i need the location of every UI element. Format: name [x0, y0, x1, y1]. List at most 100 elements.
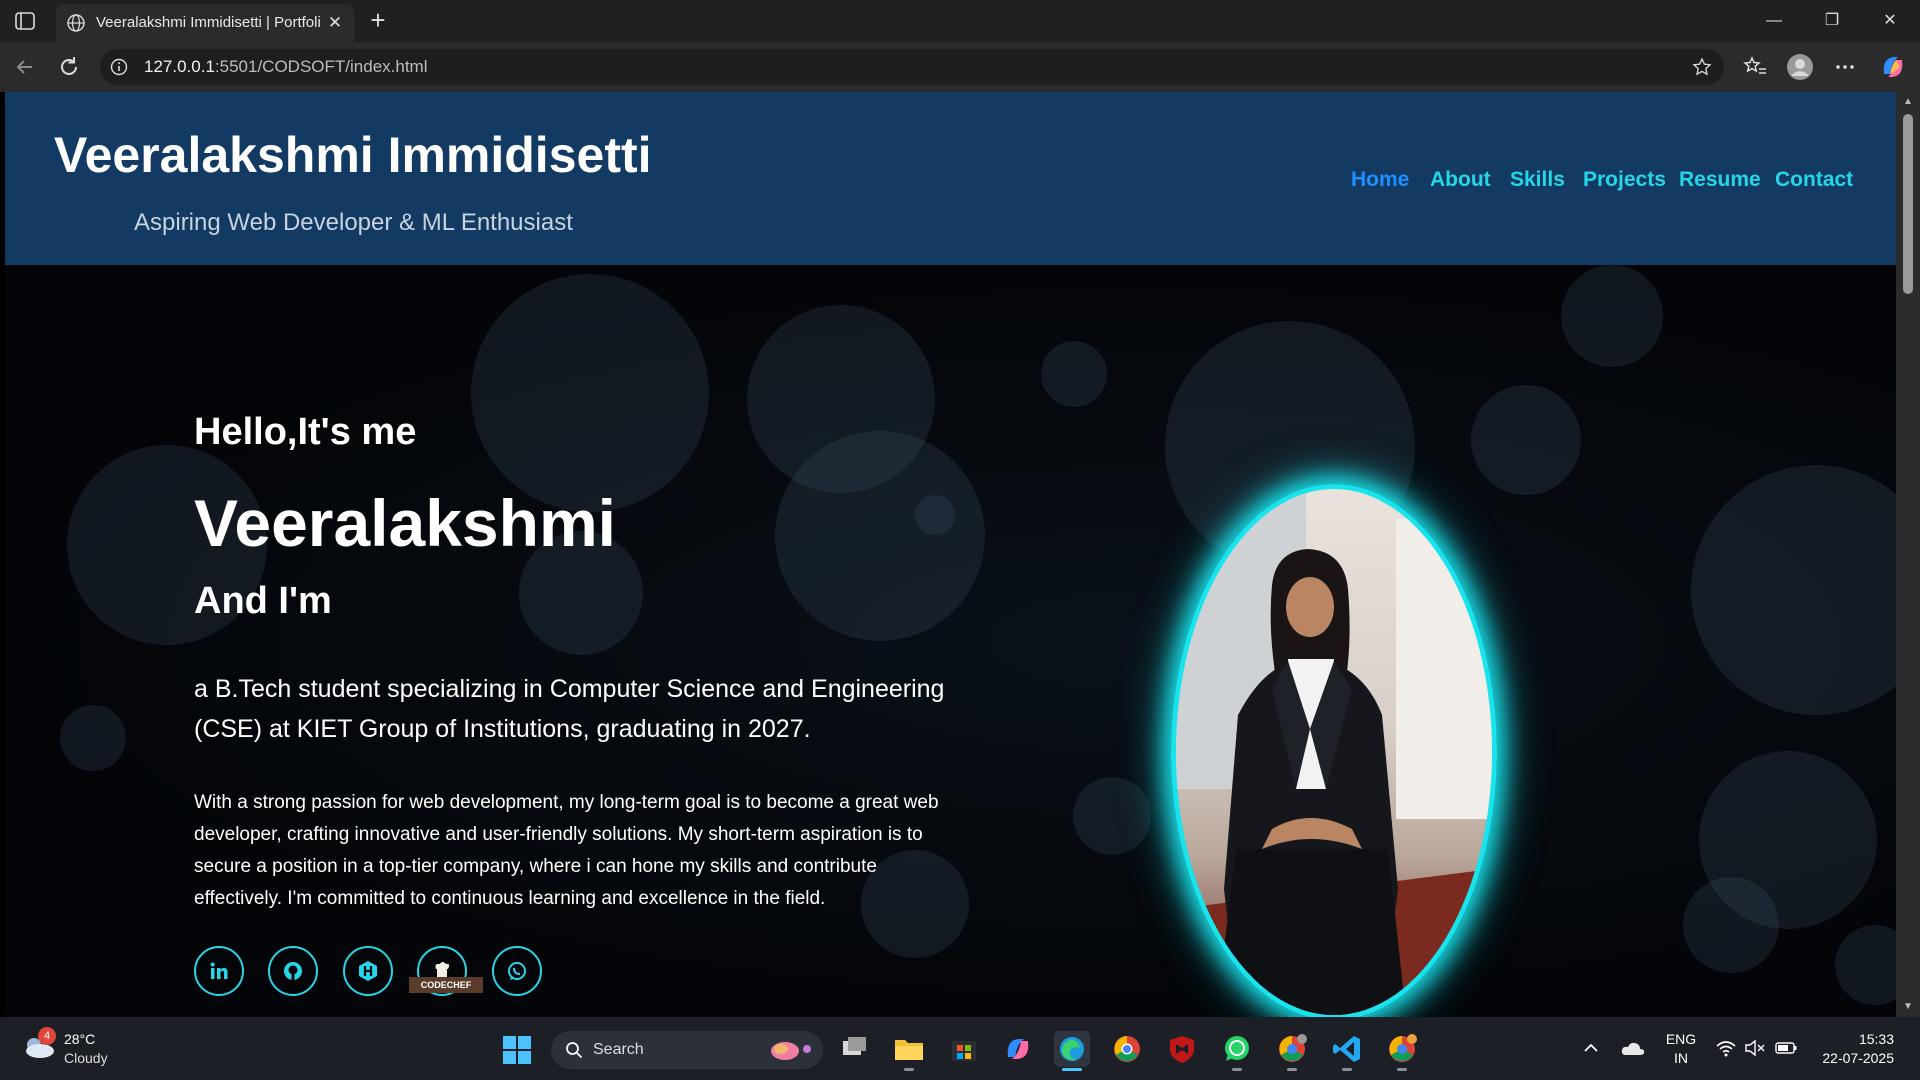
scroll-thumb[interactable]	[1903, 114, 1913, 294]
task-view-app[interactable]	[837, 1031, 873, 1067]
whatsapp-link[interactable]	[492, 946, 542, 996]
role-heading: And I'm	[194, 580, 332, 622]
whatsapp-app[interactable]	[1219, 1031, 1255, 1071]
weather-description[interactable]: Cloudy	[64, 1050, 144, 1068]
chrome-icon	[1114, 1036, 1140, 1062]
language-indicator-bottom[interactable]: IN	[1664, 1050, 1698, 1068]
bokeh-bubble	[1561, 265, 1663, 367]
favorite-star-icon[interactable]	[1692, 57, 1712, 77]
site-header: Veeralakshmi Immidisetti Aspiring Web De…	[5, 92, 1896, 265]
bokeh-bubble	[1691, 465, 1896, 715]
profile-photo-image	[1176, 489, 1492, 1015]
clock-time[interactable]: 15:33	[1818, 1031, 1894, 1049]
weather-temperature[interactable]: 28°C	[64, 1031, 144, 1049]
new-tab-button[interactable]: +	[364, 7, 392, 35]
battery-icon[interactable]	[1774, 1039, 1798, 1057]
whatsapp-icon	[508, 962, 526, 980]
github-icon	[284, 962, 302, 980]
whatsapp-app-icon	[1225, 1036, 1249, 1061]
site-info-icon[interactable]	[110, 58, 128, 76]
language-indicator-top[interactable]: ENG	[1664, 1031, 1698, 1049]
more-options-icon[interactable]	[1830, 52, 1860, 82]
profile-photo	[1171, 484, 1497, 1017]
onedrive-cloud-icon[interactable]	[1620, 1039, 1646, 1057]
browser-window: Veeralakshmi Immidisetti | Portfolio ✕ +…	[0, 0, 1920, 1080]
scroll-down-icon[interactable]: ▼	[1901, 1001, 1915, 1013]
hackerrank-icon	[359, 961, 377, 981]
copilot-app-icon	[1007, 1039, 1029, 1059]
nav-home[interactable]: Home	[1351, 168, 1409, 196]
browser-toolbar: 127.0.0.1:5501/CODSOFT/index.html	[0, 42, 1920, 92]
store-icon	[952, 1041, 976, 1061]
reload-icon[interactable]	[54, 52, 84, 82]
close-tab-icon[interactable]: ✕	[324, 12, 346, 34]
active-tab[interactable]: Veeralakshmi Immidisetti | Portfolio ✕	[56, 4, 354, 42]
github-link[interactable]	[268, 946, 318, 996]
running-indicator	[904, 1068, 914, 1071]
page-scrollbar[interactable]: ▲ ▼	[1896, 92, 1920, 1017]
minimize-button[interactable]: —	[1754, 8, 1794, 34]
windows-taskbar: 4 28°C Cloudy Search ENG IN 15:33 22-07-…	[0, 1017, 1920, 1080]
chrome-app[interactable]	[1109, 1031, 1145, 1067]
edge-icon	[1060, 1037, 1084, 1061]
profile-avatar-icon[interactable]	[1785, 52, 1815, 82]
clock-date[interactable]: 22-07-2025	[1808, 1050, 1894, 1068]
copilot-icon[interactable]	[1878, 52, 1908, 82]
url-text: 127.0.0.1:5501/CODSOFT/index.html	[144, 57, 428, 76]
search-icon	[566, 1042, 583, 1059]
vscode-app[interactable]	[1329, 1031, 1365, 1071]
passion-paragraph: With a strong passion for web developmen…	[194, 792, 939, 909]
globe-icon	[67, 14, 85, 32]
wifi-icon[interactable]	[1716, 1039, 1736, 1057]
tab-actions-icon[interactable]	[12, 9, 38, 33]
running-indicator	[1287, 1068, 1297, 1071]
bokeh-bubble	[1471, 385, 1581, 495]
bokeh-bubble	[60, 705, 126, 771]
running-indicator	[1062, 1068, 1082, 1071]
site-title[interactable]: Veeralakshmi Immidisetti	[54, 126, 754, 186]
bokeh-bubble	[1041, 341, 1107, 407]
intro-paragraph: a B.Tech student specializing in Compute…	[194, 675, 945, 743]
store-app[interactable]	[946, 1031, 982, 1067]
running-indicator	[1342, 1068, 1352, 1071]
chrome-second-app[interactable]	[1384, 1031, 1420, 1071]
search-label: Search	[593, 1041, 644, 1058]
taskbar-search[interactable]: Search	[551, 1031, 823, 1069]
linkedin-link[interactable]	[194, 946, 244, 996]
weather-alert-badge: 4	[38, 1027, 56, 1045]
bokeh-bubble	[1073, 777, 1151, 855]
hero-section: Hello,It's me Veeralakshmi And I'm a B.T…	[5, 265, 1896, 1017]
nav-resume[interactable]: Resume	[1679, 168, 1761, 196]
codechef-label: CODECHEF	[409, 977, 483, 993]
nav-projects[interactable]: Projects	[1583, 168, 1666, 196]
favorites-icon[interactable]	[1740, 52, 1770, 82]
restore-button[interactable]: ❐	[1812, 8, 1852, 34]
speaker-muted-icon[interactable]	[1744, 1039, 1766, 1057]
file-explorer-app[interactable]	[891, 1031, 927, 1071]
mcafee-shield-icon	[1170, 1036, 1194, 1063]
show-hidden-icons-chevron-icon[interactable]	[1583, 1041, 1599, 1055]
copilot-app[interactable]	[1000, 1031, 1036, 1067]
back-icon[interactable]	[10, 52, 40, 82]
search-highlight-icon	[771, 1042, 811, 1060]
close-window-button[interactable]: ✕	[1870, 8, 1910, 34]
hackerrank-link[interactable]	[343, 946, 393, 996]
bokeh-bubble	[1835, 925, 1896, 1005]
vscode-icon	[1333, 1036, 1360, 1062]
linkedin-icon	[210, 962, 228, 979]
nav-about[interactable]: About	[1430, 168, 1491, 196]
running-indicator	[1397, 1068, 1407, 1071]
chrome-second-icon	[1389, 1034, 1417, 1062]
windows-start-icon[interactable]	[502, 1035, 532, 1065]
nav-contact[interactable]: Contact	[1775, 168, 1853, 196]
chrome-profile-app[interactable]	[1274, 1031, 1310, 1071]
nav-skills[interactable]: Skills	[1510, 168, 1565, 196]
address-bar[interactable]: 127.0.0.1:5501/CODSOFT/index.html	[100, 49, 1724, 85]
running-indicator	[1232, 1068, 1242, 1071]
scroll-up-icon[interactable]: ▲	[1901, 96, 1915, 108]
mcafee-app[interactable]	[1164, 1031, 1200, 1067]
name-heading: Veeralakshmi	[194, 486, 616, 560]
tab-title: Veeralakshmi Immidisetti | Portfolio	[96, 14, 320, 31]
edge-browser-app[interactable]	[1054, 1031, 1090, 1071]
tab-strip: Veeralakshmi Immidisetti | Portfolio ✕ +…	[0, 0, 1920, 42]
